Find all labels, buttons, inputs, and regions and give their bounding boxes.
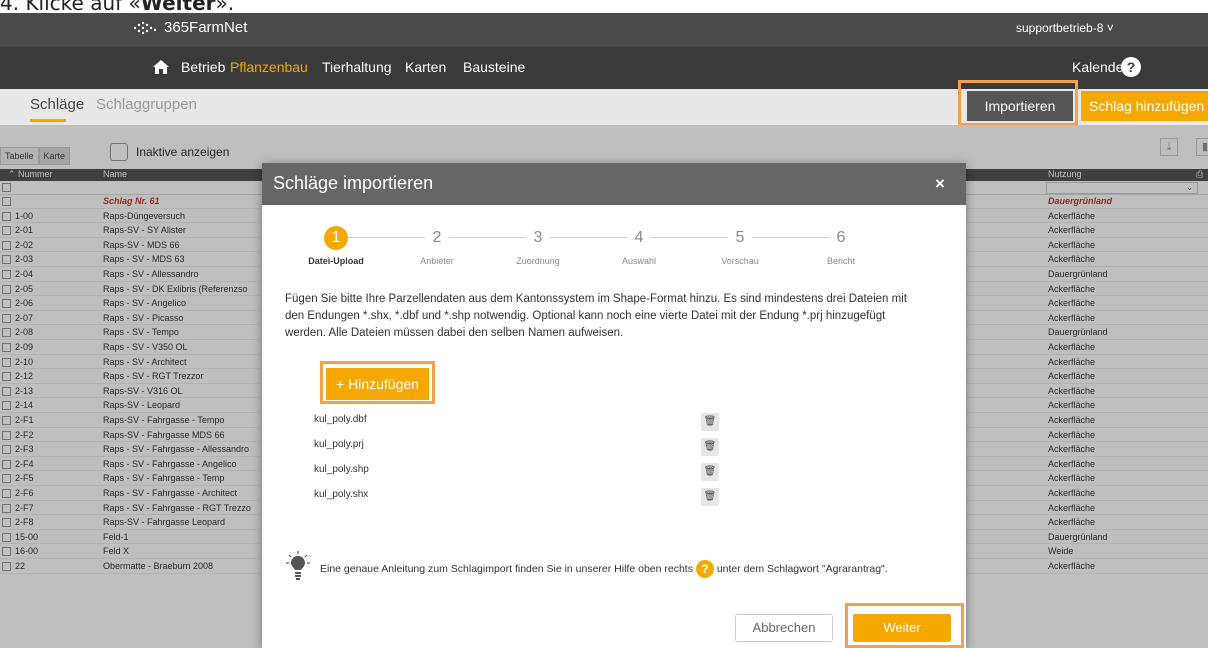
upload-description: Fügen Sie bitte Ihre Parzellendaten aus … [285,293,907,339]
step-4-circle: 4 [627,226,651,250]
brand-logo[interactable]: 365FarmNet [132,19,247,36]
active-tab-indicator [30,119,66,122]
step-2-label: Anbieter [420,256,454,266]
step-3-label: Zuordnung [516,256,560,266]
tab-schlaggruppen[interactable]: Schlaggruppen [96,96,197,113]
close-icon[interactable]: × [935,174,945,194]
nav-item-karten[interactable]: Karten [405,59,446,75]
add-field-button[interactable]: Schlag hinzufügen [1081,91,1208,121]
step-connector [651,237,728,238]
nav-item-pflanzenbau[interactable]: Pflanzenbau [230,59,308,75]
dialog-header: Schläge importieren × [262,163,966,205]
nav-item-bausteine[interactable]: Bausteine [463,59,525,75]
tab-schlaege[interactable]: Schläge [30,96,84,113]
step-connector [348,237,425,238]
step-connector [449,237,526,238]
step-6-circle: 6 [829,226,853,250]
step-2-circle: 2 [425,226,449,250]
file-name: kul_poly.prj [314,439,364,450]
step-4-label: Auswahl [621,256,657,266]
help-hint: Eine genaue Anleitung zum Schlagimport f… [320,560,920,578]
step-1-label: Datei-Upload [308,256,364,266]
hint-text-end: unter dem Schlagwort "Agrarantrag". [716,562,888,575]
brand-name: 365FarmNet [164,19,248,36]
highlight-import [958,80,1078,126]
file-name: kul_poly.shp [314,464,369,475]
top-bar: 365FarmNet supportbetrieb-8 ˅ [0,13,1208,47]
highlight-next [845,603,964,648]
trash-icon[interactable]: 🗑 [701,438,719,456]
dialog-title: Schläge importieren [273,173,434,193]
logo-icon [133,21,157,34]
highlight-add-file [320,361,435,404]
help-icon[interactable]: ? [1121,57,1141,77]
trash-icon[interactable]: 🗑 [701,463,719,481]
step-5-label: Vorschau [721,256,759,266]
step-connector [550,237,627,238]
step-5-circle: 5 [728,226,752,250]
user-menu[interactable]: supportbetrieb-8 ˅ [1016,21,1114,35]
trash-icon[interactable]: 🗑 [701,413,719,431]
step-6-label: Bericht [826,256,855,266]
calendar-link[interactable]: Kalender [1072,59,1128,75]
file-name: kul_poly.dbf [314,414,367,425]
trash-icon[interactable]: 🗑 [701,488,719,506]
home-icon[interactable] [152,58,170,76]
help-icon: ? [695,560,714,578]
nav-item-betrieb[interactable]: Betrieb [181,59,225,75]
hint-text: Eine genaue Anleitung zum Schlagimport f… [320,562,693,575]
import-dialog: Schläge importieren × 1 2 3 4 5 6 Datei-… [262,163,966,648]
step-3-circle: 3 [526,226,550,250]
cancel-button[interactable]: Abbrechen [735,614,833,642]
wizard-steps: 1 2 3 4 5 6 Datei-Upload Anbieter Zuordn… [308,226,884,266]
step-connector [752,237,829,238]
file-name: kul_poly.shx [314,489,369,500]
lightbulb-icon [286,551,310,580]
nav-item-tierhaltung[interactable]: Tierhaltung [322,59,392,75]
step-1-circle: 1 [324,226,348,250]
instruction-caption: 4. Klicke auf «Weiter». [0,0,235,15]
